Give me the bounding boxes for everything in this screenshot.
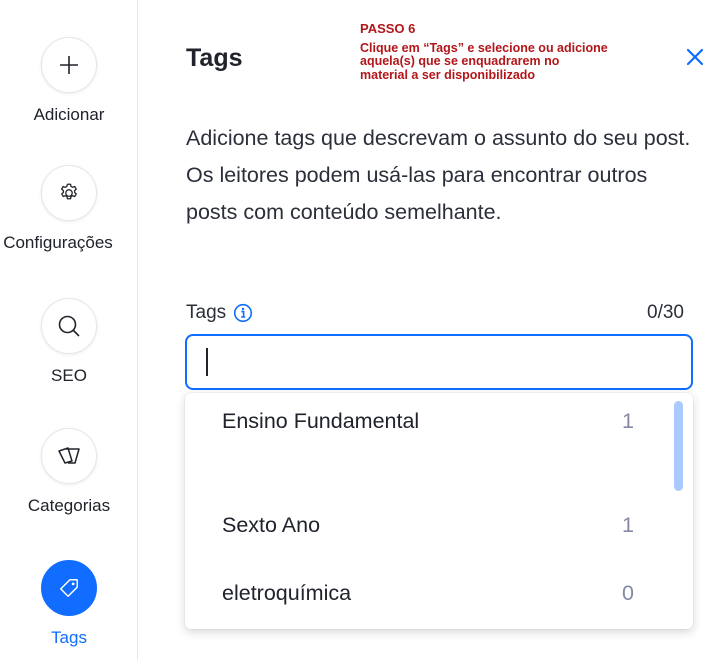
- sidebar-item-add[interactable]: Adicionar: [0, 37, 138, 125]
- tags-input[interactable]: [185, 334, 693, 390]
- tag-icon: [41, 560, 97, 616]
- tags-label-text: Tags: [186, 302, 227, 323]
- plus-icon: [41, 37, 97, 93]
- step-annotation: PASSO 6 Clique em “Tags” e selecione ou …: [360, 22, 610, 82]
- tag-option-eletroquimica[interactable]: eletroquímica 0: [185, 573, 693, 617]
- text-caret: [206, 348, 208, 376]
- tag-option-label: Ensino Fundamental: [222, 409, 420, 433]
- dropdown-scrollbar[interactable]: [674, 401, 683, 491]
- step-title: PASSO 6: [360, 21, 416, 36]
- tag-option-label: eletroquímica: [222, 581, 352, 605]
- sidebar-item-categories[interactable]: Categorias: [0, 428, 138, 516]
- panel-title: Tags: [186, 44, 243, 72]
- tags-counter: 0/30: [647, 302, 684, 323]
- sidebar-item-label: Adicionar: [33, 105, 105, 124]
- tag-option-sexto-ano[interactable]: Sexto Ano 1: [185, 505, 693, 549]
- sidebar-item-label: Tags: [51, 628, 87, 647]
- sidebar-item-seo[interactable]: SEO: [0, 298, 138, 386]
- tag-option-ensino-fundamental[interactable]: Ensino Fundamental 1: [185, 401, 693, 493]
- step-instructions: Clique em “Tags” e selecione ou adicione…: [360, 40, 608, 82]
- sidebar-item-tags[interactable]: Tags: [0, 560, 138, 648]
- close-icon: [686, 48, 704, 66]
- gear-icon: [41, 165, 97, 221]
- sidebar-item-settings[interactable]: Configurações: [0, 165, 138, 253]
- close-button[interactable]: [684, 46, 706, 68]
- tag-option-count: 1: [622, 409, 634, 433]
- tags-suggestions-dropdown: Ensino Fundamental 1 Sexto Ano 1 eletroq…: [185, 393, 693, 629]
- tags-settings-page: Adicionar Configurações SEO Categorias T…: [0, 0, 707, 660]
- tags-field-label: Tags: [186, 302, 253, 324]
- categories-icon: [41, 428, 97, 484]
- info-icon[interactable]: [233, 303, 253, 323]
- sidebar: Adicionar Configurações SEO Categorias T…: [0, 0, 138, 660]
- panel-description: Adicione tags que descrevam o assunto do…: [186, 126, 691, 224]
- tag-option-label: Sexto Ano: [222, 513, 321, 537]
- tag-option-count: 1: [622, 513, 634, 537]
- sidebar-item-label: Configurações: [3, 233, 113, 252]
- tag-option-count: 0: [622, 581, 634, 605]
- search-icon: [41, 298, 97, 354]
- sidebar-item-label: SEO: [51, 366, 87, 385]
- sidebar-item-label: Categorias: [27, 496, 111, 515]
